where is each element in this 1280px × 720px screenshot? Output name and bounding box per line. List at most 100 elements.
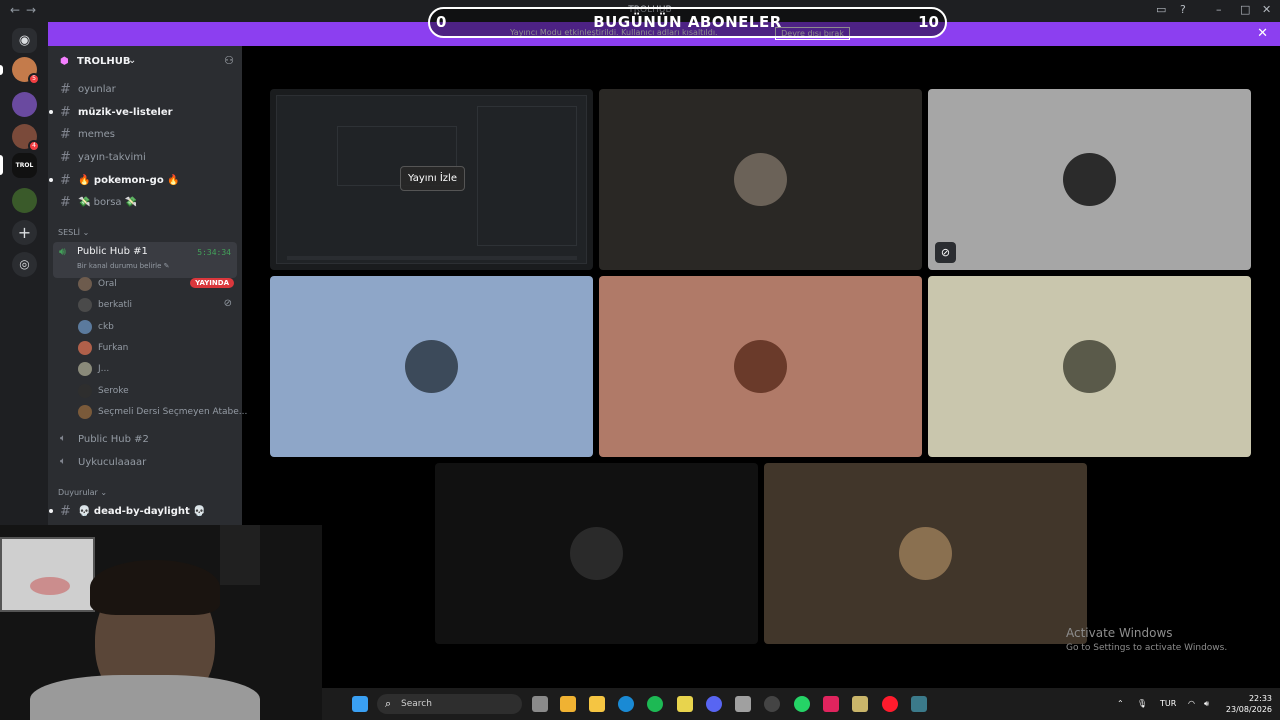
- microphone-icon[interactable]: 🎙︎: [1137, 699, 1147, 708]
- goal-title: BUGÜNÜN ABONELER: [593, 13, 782, 31]
- server-rail: ◉ 5 4 TROL + ◎: [0, 22, 48, 525]
- video-tile[interactable]: [599, 276, 922, 457]
- invite-people-icon[interactable]: ⚇: [224, 54, 234, 67]
- channel-item[interactable]: # oyunlar: [56, 79, 238, 99]
- server-icon-3[interactable]: 4: [12, 124, 40, 152]
- app-icon[interactable]: [911, 696, 927, 712]
- channel-item[interactable]: # memes: [56, 124, 238, 144]
- avatar: [78, 320, 92, 334]
- avatar: [78, 298, 92, 312]
- avatar: [1063, 340, 1116, 393]
- voice-user[interactable]: Furkan: [78, 338, 238, 358]
- calculator-icon[interactable]: [735, 696, 751, 712]
- channel-label: Uykuculaaaar: [78, 457, 147, 468]
- taskbar-clock[interactable]: 22:33 23/08/2026: [1222, 693, 1272, 715]
- store-icon[interactable]: [560, 696, 576, 712]
- discover-icon[interactable]: ◎: [12, 252, 37, 277]
- language-indicator[interactable]: TUR: [1160, 699, 1176, 708]
- discord-home-icon[interactable]: ◉: [12, 28, 37, 53]
- hashtag-icon: #: [60, 105, 71, 120]
- server-icon-1[interactable]: 5: [12, 57, 40, 85]
- streamer-hair: [90, 560, 220, 615]
- voice-channel-name: Public Hub #1: [77, 246, 148, 257]
- avatar: [570, 527, 623, 580]
- app-icon[interactable]: [852, 696, 868, 712]
- avatar: [78, 405, 92, 419]
- video-tile[interactable]: [928, 276, 1251, 457]
- server-header[interactable]: ⬢ TROLHUB ⌄ ⚇: [48, 46, 242, 78]
- voice-user[interactable]: Oral YAYINDA: [78, 274, 238, 294]
- maximize-icon[interactable]: □: [1240, 3, 1250, 16]
- back-arrow-icon[interactable]: ←: [10, 3, 20, 17]
- channel-item[interactable]: # 🔥 pokemon-go 🔥: [49, 170, 238, 190]
- discord-icon[interactable]: [706, 696, 722, 712]
- windows-start-icon[interactable]: [352, 696, 368, 712]
- volume-icon[interactable]: 🔊︎: [1204, 699, 1209, 709]
- hashtag-icon: #: [60, 82, 71, 97]
- forward-arrow-icon[interactable]: →: [26, 3, 36, 17]
- unread-dot: [49, 509, 53, 513]
- help-icon[interactable]: ?: [1180, 3, 1186, 16]
- subscriber-goal-overlay: 0 BUGÜNÜN ABONELER 10: [428, 7, 947, 38]
- add-server-icon[interactable]: +: [12, 220, 37, 245]
- voice-user[interactable]: ckb: [78, 317, 238, 337]
- channel-label: müzik-ve-listeler: [78, 107, 173, 118]
- channel-label: 💸 borsa 💸: [78, 197, 138, 208]
- voice-user[interactable]: J...: [78, 359, 238, 379]
- show-hidden-icons[interactable]: ⌃: [1117, 699, 1124, 708]
- voice-user[interactable]: Seroke: [78, 381, 238, 401]
- whatsapp-icon[interactable]: [794, 696, 810, 712]
- video-tile[interactable]: [435, 463, 758, 644]
- voice-category-label[interactable]: SESLİ ⌄: [58, 228, 89, 237]
- deafened-icon: ⊘: [223, 298, 232, 309]
- file-explorer-icon[interactable]: [589, 696, 605, 712]
- minimize-icon[interactable]: –: [1216, 3, 1222, 16]
- server-boost-icon: ⬢: [60, 56, 69, 67]
- announcements-category-label[interactable]: Duyurular ⌄: [58, 488, 107, 497]
- server-icon-5[interactable]: [12, 188, 37, 213]
- avatar: [734, 153, 787, 206]
- avatar: [1063, 153, 1116, 206]
- banner-close-icon[interactable]: ✕: [1257, 26, 1268, 41]
- wifi-icon[interactable]: ◠: [1188, 699, 1195, 708]
- channel-item[interactable]: # 💸 borsa 💸: [56, 192, 238, 212]
- voice-channel-item[interactable]: 🔈︎ Public Hub #2: [56, 429, 238, 449]
- channel-item[interactable]: # yayın-takvimi: [56, 147, 238, 167]
- server-icon-2[interactable]: [12, 92, 37, 117]
- app-icon[interactable]: [823, 696, 839, 712]
- channel-item[interactable]: # müzik-ve-listeler: [49, 102, 238, 122]
- video-tile[interactable]: ⊘: [928, 89, 1251, 270]
- unread-pill: [0, 65, 3, 75]
- close-window-icon[interactable]: ✕: [1262, 3, 1271, 16]
- voice-user[interactable]: Seçmeli Dersi Seçmeyen Atabe...: [78, 402, 247, 422]
- video-tile[interactable]: [764, 463, 1087, 644]
- spotify-icon[interactable]: [647, 696, 663, 712]
- speaker-icon: 🔊︎: [59, 245, 66, 258]
- voice-channel-status[interactable]: Bir kanal durumu belirle ✎: [77, 262, 170, 270]
- active-voice-channel[interactable]: 🔊︎ Public Hub #1 5:34:34 Bir kanal durum…: [53, 242, 237, 278]
- task-view-icon[interactable]: [532, 696, 548, 712]
- video-tile[interactable]: [270, 276, 593, 457]
- opera-icon[interactable]: [882, 696, 898, 712]
- voice-user-name: Furkan: [98, 343, 129, 353]
- video-tile[interactable]: [599, 89, 922, 270]
- goal-target: 10: [918, 13, 939, 31]
- app-icon[interactable]: [764, 696, 780, 712]
- webcam-feed: [0, 525, 322, 720]
- edge-icon[interactable]: [618, 696, 634, 712]
- taskbar-search[interactable]: ⌕ Search: [377, 694, 522, 714]
- inbox-icon[interactable]: ▭: [1156, 3, 1166, 16]
- muted-icon: ⊘: [935, 242, 956, 263]
- watch-stream-button[interactable]: Yayını İzle: [400, 166, 465, 191]
- preview-bar: [287, 256, 577, 260]
- channel-label: Public Hub #2: [78, 434, 149, 445]
- voice-channel-item[interactable]: 🔈︎ Uykuculaaaar: [56, 452, 238, 472]
- app-icon[interactable]: [677, 696, 693, 712]
- trolhub-server-icon[interactable]: TROL: [12, 153, 37, 178]
- voice-user[interactable]: berkatli ⊘: [78, 295, 238, 315]
- server-name: TROLHUB: [77, 56, 131, 67]
- channel-label: memes: [78, 129, 115, 140]
- voice-user-name: Seroke: [98, 386, 129, 396]
- hashtag-icon: #: [60, 127, 71, 142]
- channel-item[interactable]: # 💀 dead-by-daylight 💀: [49, 501, 238, 521]
